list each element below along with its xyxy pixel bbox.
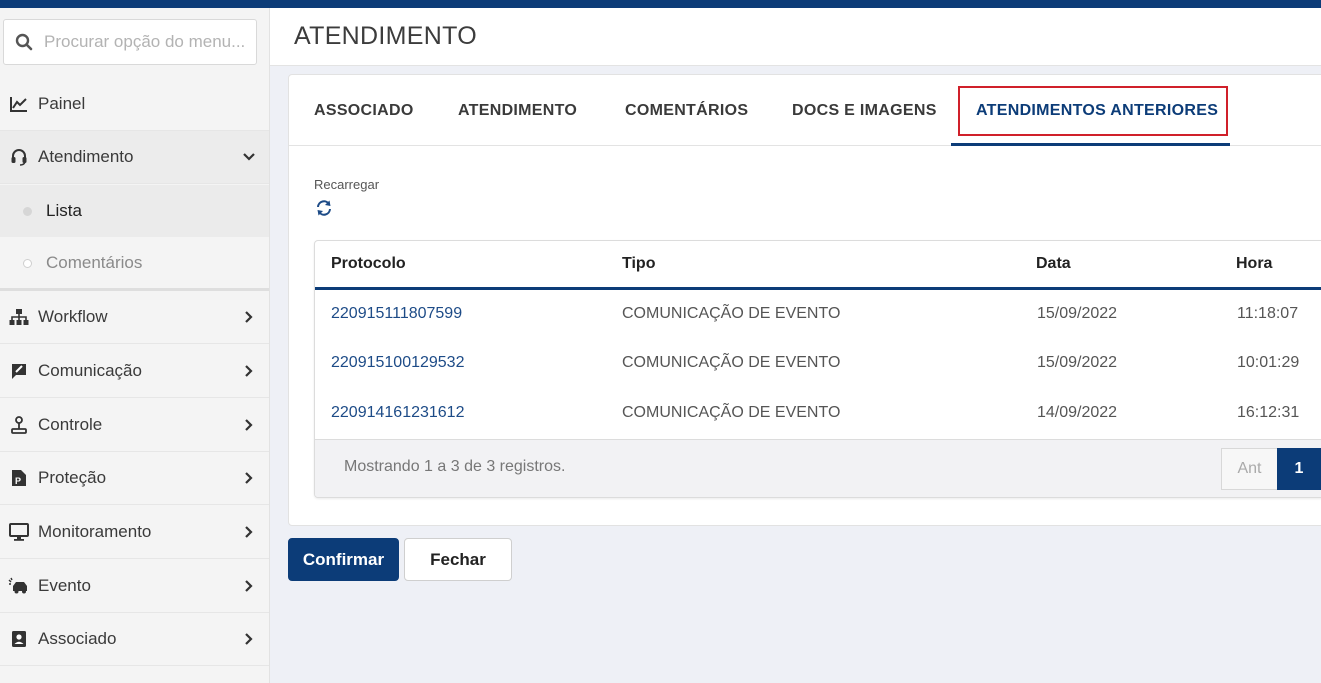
sidebar: Painel Atendimento Lista Comentários Wor… bbox=[0, 8, 270, 683]
sidebar-item-workflow[interactable]: Workflow bbox=[0, 291, 269, 344]
protocolo-link[interactable]: 220914161231612 bbox=[331, 404, 464, 422]
tipo-cell: COMUNICAÇÃO DE EVENTO bbox=[622, 404, 841, 421]
chevron-down-icon bbox=[229, 153, 269, 161]
joystick-icon bbox=[0, 416, 38, 434]
chevron-right-icon bbox=[229, 365, 269, 377]
chevron-right-icon bbox=[229, 419, 269, 431]
menu-search-input[interactable] bbox=[44, 32, 249, 52]
protocolo-link[interactable]: 220915111807599 bbox=[331, 305, 462, 323]
headset-icon bbox=[0, 148, 38, 166]
car-crash-icon bbox=[0, 577, 38, 595]
sidebar-subitem-comentarios[interactable]: Comentários bbox=[0, 237, 269, 289]
sidebar-item-painel[interactable]: Painel bbox=[0, 78, 269, 131]
chevron-right-icon bbox=[229, 526, 269, 538]
document-p-icon: P bbox=[0, 469, 38, 487]
top-accent-bar bbox=[0, 0, 1321, 8]
sidebar-item-label: Monitoramento bbox=[38, 522, 152, 541]
contact-card-icon bbox=[0, 630, 38, 648]
page-header: ATENDIMENTO bbox=[270, 8, 1321, 66]
hora-cell: 10:01:29 bbox=[1237, 354, 1300, 371]
data-cell: 15/09/2022 bbox=[1037, 354, 1118, 371]
records-info: Mostrando 1 a 3 de 3 registros. bbox=[344, 458, 566, 475]
sidebar-subitem-label: Comentários bbox=[46, 253, 143, 272]
table-row[interactable]: 220915100129532 COMUNICAÇÃO DE EVENTO 15… bbox=[315, 340, 1321, 389]
sidebar-item-comunicacao[interactable]: Comunicação bbox=[0, 345, 269, 398]
atendimento-card: ASSOCIADO ATENDIMENTO COMENTÁRIOS DOCS E… bbox=[288, 74, 1321, 526]
reload-label: Recarregar bbox=[314, 177, 380, 192]
tab-atendimento[interactable]: ATENDIMENTO bbox=[458, 75, 577, 146]
comment-edit-icon bbox=[0, 362, 38, 380]
sidebar-item-atendimento[interactable]: Atendimento bbox=[0, 131, 269, 184]
svg-text:P: P bbox=[15, 476, 21, 486]
column-header-tipo[interactable]: Tipo bbox=[622, 255, 655, 273]
menu-search[interactable] bbox=[3, 19, 257, 65]
bullet-dot-icon bbox=[23, 259, 32, 268]
tipo-cell: COMUNICAÇÃO DE EVENTO bbox=[622, 354, 841, 371]
monitor-icon bbox=[0, 523, 38, 541]
refresh-icon[interactable] bbox=[315, 199, 333, 217]
table-footer: Mostrando 1 a 3 de 3 registros. Ant 1 bbox=[315, 439, 1321, 497]
sidebar-item-label: Atendimento bbox=[38, 147, 134, 166]
chart-line-icon bbox=[0, 96, 38, 112]
sidebar-item-associado[interactable]: Associado bbox=[0, 613, 269, 666]
sidebar-subitem-lista[interactable]: Lista bbox=[0, 185, 269, 237]
sidebar-item-label: Evento bbox=[38, 576, 91, 595]
sidebar-item-label: Workflow bbox=[38, 307, 108, 326]
search-icon bbox=[4, 33, 44, 51]
sidebar-item-label: Controle bbox=[38, 415, 103, 434]
hora-cell: 11:18:07 bbox=[1237, 305, 1299, 322]
sidebar-item-label: Painel bbox=[38, 94, 86, 113]
confirm-button[interactable]: Confirmar bbox=[288, 538, 399, 581]
sidebar-item-controle[interactable]: Controle bbox=[0, 399, 269, 452]
hora-cell: 16:12:31 bbox=[1237, 404, 1300, 421]
sidebar-item-protecao[interactable]: P Proteção bbox=[0, 452, 269, 505]
tab-comentarios[interactable]: COMENTÁRIOS bbox=[625, 75, 748, 146]
bullet-dot-icon bbox=[23, 207, 32, 216]
chevron-right-icon bbox=[229, 580, 269, 592]
data-cell: 14/09/2022 bbox=[1037, 404, 1118, 421]
sidebar-item-evento[interactable]: Evento bbox=[0, 560, 269, 613]
close-button[interactable]: Fechar bbox=[404, 538, 512, 581]
pagination-page-1[interactable]: 1 bbox=[1277, 448, 1321, 490]
sidebar-subitem-label: Lista bbox=[46, 201, 82, 220]
data-cell: 15/09/2022 bbox=[1037, 305, 1118, 322]
sidebar-item-monitoramento[interactable]: Monitoramento bbox=[0, 506, 269, 559]
protocolo-link[interactable]: 220915100129532 bbox=[331, 354, 464, 372]
tab-associado[interactable]: ASSOCIADO bbox=[314, 75, 414, 146]
sitemap-icon bbox=[0, 308, 38, 326]
table-row[interactable]: 220915111807599 COMUNICAÇÃO DE EVENTO 15… bbox=[315, 291, 1321, 340]
column-header-protocolo[interactable]: Protocolo bbox=[331, 255, 406, 273]
sidebar-item-label: Associado bbox=[38, 629, 117, 648]
table-row[interactable]: 220914161231612 COMUNICAÇÃO DE EVENTO 14… bbox=[315, 390, 1321, 439]
chevron-right-icon bbox=[229, 472, 269, 484]
sidebar-item-label: Comunicação bbox=[38, 361, 142, 380]
column-header-hora[interactable]: Hora bbox=[1236, 255, 1272, 273]
sidebar-item-label: Proteção bbox=[38, 468, 107, 487]
tab-highlight-box bbox=[958, 86, 1228, 136]
pagination-prev-button[interactable]: Ant bbox=[1221, 448, 1278, 490]
tab-bar: ASSOCIADO ATENDIMENTO COMENTÁRIOS DOCS E… bbox=[289, 75, 1321, 146]
active-tab-indicator bbox=[951, 143, 1230, 146]
page-title: ATENDIMENTO bbox=[294, 22, 477, 50]
table-header: Protocolo Tipo Data Hora bbox=[315, 241, 1321, 290]
previous-atendimentos-table: Protocolo Tipo Data Hora 220915111807599… bbox=[314, 240, 1321, 498]
column-header-data[interactable]: Data bbox=[1036, 255, 1071, 273]
chevron-right-icon bbox=[229, 311, 269, 323]
tipo-cell: COMUNICAÇÃO DE EVENTO bbox=[622, 305, 841, 322]
tab-docs-imagens[interactable]: DOCS E IMAGENS bbox=[792, 75, 937, 146]
chevron-right-icon bbox=[229, 633, 269, 645]
